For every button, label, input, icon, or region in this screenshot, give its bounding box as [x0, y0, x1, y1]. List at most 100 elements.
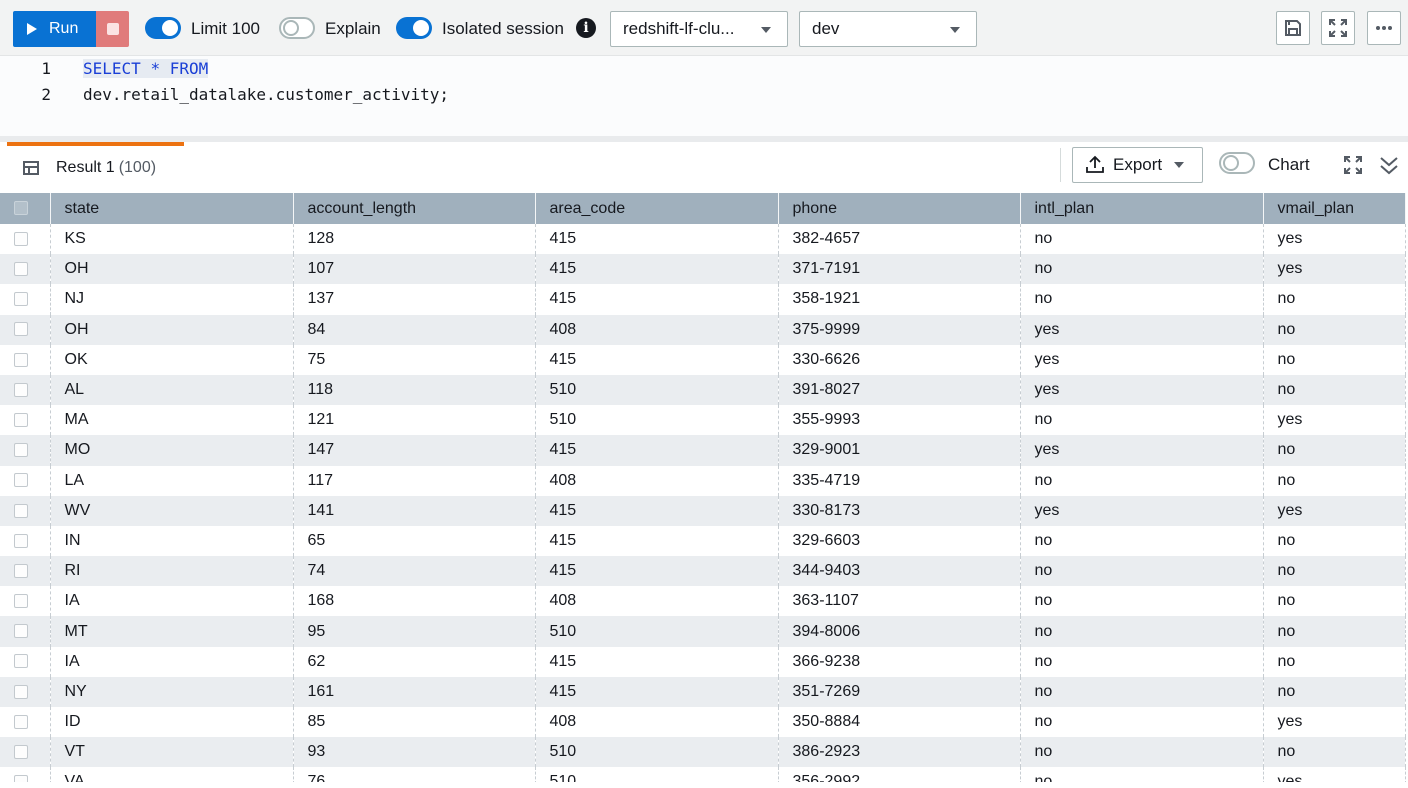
save-button[interactable] [1276, 11, 1310, 45]
table-cell-state: OK [50, 344, 294, 375]
table-cell-area-code: 415 [535, 556, 779, 587]
row-select-cell[interactable] [0, 254, 51, 285]
row-select-cell[interactable] [0, 435, 51, 466]
row-select-cell[interactable] [0, 676, 51, 707]
row-checkbox[interactable] [14, 745, 28, 760]
save-icon [1285, 20, 1301, 36]
column-header-state[interactable]: state [50, 193, 294, 224]
export-button[interactable]: Export [1072, 147, 1203, 183]
table-row[interactable]: LA 117 408 335-4719 no no [0, 465, 1406, 496]
table-cell-intl-plan: no [1020, 616, 1264, 647]
chart-label: Chart [1268, 155, 1310, 174]
table-row[interactable]: NJ 137 415 358-1921 no no [0, 284, 1406, 315]
table-row[interactable]: OH 107 415 371-7191 no yes [0, 254, 1406, 285]
table-row[interactable]: WV 141 415 330-8173 yes yes [0, 495, 1406, 526]
table-row[interactable]: MO 147 415 329-9001 yes no [0, 435, 1406, 466]
explain-toggle[interactable] [279, 17, 315, 39]
row-checkbox[interactable] [14, 473, 28, 488]
run-button[interactable]: Run [13, 11, 96, 47]
table-cell-phone: 335-4719 [778, 465, 1021, 496]
row-checkbox[interactable] [14, 443, 28, 458]
row-checkbox[interactable] [14, 684, 28, 699]
bottom-edge [0, 782, 1408, 788]
table-row[interactable]: AL 118 510 391-8027 yes no [0, 374, 1406, 406]
row-checkbox[interactable] [14, 292, 28, 307]
code-line-2[interactable]: 2 dev.retail_datalake.customer_activity; [0, 83, 449, 105]
column-header-account-length[interactable]: account_length [293, 193, 536, 224]
table-row[interactable]: KS 128 415 382-4657 no yes [0, 224, 1406, 255]
row-select-cell[interactable] [0, 616, 51, 647]
table-row[interactable]: OH 84 408 375-9999 yes no [0, 314, 1406, 345]
row-checkbox[interactable] [14, 503, 28, 518]
row-select-cell[interactable] [0, 374, 51, 406]
row-select-cell[interactable] [0, 465, 51, 496]
fullscreen-button[interactable] [1321, 11, 1355, 45]
row-checkbox[interactable] [14, 563, 28, 578]
stop-icon [106, 23, 119, 35]
row-checkbox[interactable] [14, 714, 28, 729]
tab-result-1[interactable]: Result 1 (100) [7, 142, 184, 190]
more-options-button[interactable] [1367, 11, 1401, 45]
row-checkbox[interactable] [14, 654, 28, 669]
table-row[interactable]: IA 168 408 363-1107 no no [0, 586, 1406, 617]
table-cell-area-code: 510 [535, 737, 779, 768]
row-select-cell[interactable] [0, 284, 51, 315]
row-checkbox[interactable] [14, 322, 28, 337]
table-cell-area-code: 408 [535, 586, 779, 617]
limit-toggle[interactable] [145, 17, 181, 39]
row-checkbox[interactable] [14, 231, 28, 246]
cluster-select[interactable]: redshift-lf-clu... [610, 11, 788, 47]
database-select[interactable]: dev [799, 11, 977, 47]
row-select-cell[interactable] [0, 314, 51, 345]
row-select-cell[interactable] [0, 586, 51, 617]
table-cell-intl-plan: yes [1020, 435, 1264, 466]
column-header-phone[interactable]: phone [778, 193, 1021, 224]
table-row[interactable]: VT 93 510 386-2923 no no [0, 737, 1406, 768]
collapse-chevron-icon[interactable] [1378, 155, 1400, 177]
stop-button[interactable] [96, 11, 129, 47]
row-select-cell[interactable] [0, 525, 51, 557]
table-cell-account-length: 137 [293, 284, 536, 315]
row-select-cell[interactable] [0, 405, 51, 436]
table-cell-vmail-plan: no [1263, 676, 1406, 707]
expand-results-icon[interactable] [1343, 155, 1363, 175]
table-cell-area-code: 408 [535, 707, 779, 738]
select-all-cell[interactable] [0, 193, 51, 224]
table-row[interactable]: NY 161 415 351-7269 no no [0, 676, 1406, 707]
table-cell-area-code: 415 [535, 254, 779, 285]
isolated-session-toggle[interactable] [396, 17, 432, 39]
row-select-cell[interactable] [0, 737, 51, 768]
row-select-cell[interactable] [0, 224, 51, 255]
column-header-vmail-plan[interactable]: vmail_plan [1263, 193, 1406, 224]
row-checkbox[interactable] [14, 594, 28, 609]
column-header-area-code[interactable]: area_code [535, 193, 779, 224]
table-row[interactable]: RI 74 415 344-9403 no no [0, 556, 1406, 587]
code-line-1[interactable]: 1 SELECT * FROM [0, 57, 209, 79]
code-text: dev.retail_datalake.customer_activity; [83, 84, 450, 104]
sql-editor[interactable]: 1 SELECT * FROM 2 dev.retail_datalake.cu… [0, 56, 1408, 136]
table-row[interactable]: IN 65 415 329-6603 no no [0, 525, 1406, 557]
table-cell-area-code: 408 [535, 465, 779, 496]
row-select-cell[interactable] [0, 344, 51, 375]
row-select-cell[interactable] [0, 556, 51, 587]
info-icon[interactable]: i [576, 18, 596, 38]
table-cell-intl-plan: no [1020, 707, 1264, 738]
column-header-intl-plan[interactable]: intl_plan [1020, 193, 1264, 224]
editor-results-divider[interactable] [0, 136, 1408, 142]
row-select-cell[interactable] [0, 646, 51, 677]
table-row[interactable]: MT 95 510 394-8006 no no [0, 616, 1406, 647]
row-checkbox[interactable] [14, 352, 28, 367]
table-row[interactable]: IA 62 415 366-9238 no no [0, 646, 1406, 677]
row-select-cell[interactable] [0, 707, 51, 738]
row-checkbox[interactable] [14, 382, 28, 397]
table-row[interactable]: OK 75 415 330-6626 yes no [0, 344, 1406, 375]
chart-toggle[interactable] [1219, 152, 1255, 174]
table-row[interactable]: ID 85 408 350-8884 no yes [0, 707, 1406, 738]
table-row[interactable]: MA 121 510 355-9993 no yes [0, 405, 1406, 436]
row-select-cell[interactable] [0, 495, 51, 526]
row-checkbox[interactable] [14, 624, 28, 639]
row-checkbox[interactable] [14, 262, 28, 277]
row-checkbox[interactable] [14, 533, 28, 548]
select-all-checkbox[interactable] [14, 201, 28, 216]
row-checkbox[interactable] [14, 412, 28, 427]
